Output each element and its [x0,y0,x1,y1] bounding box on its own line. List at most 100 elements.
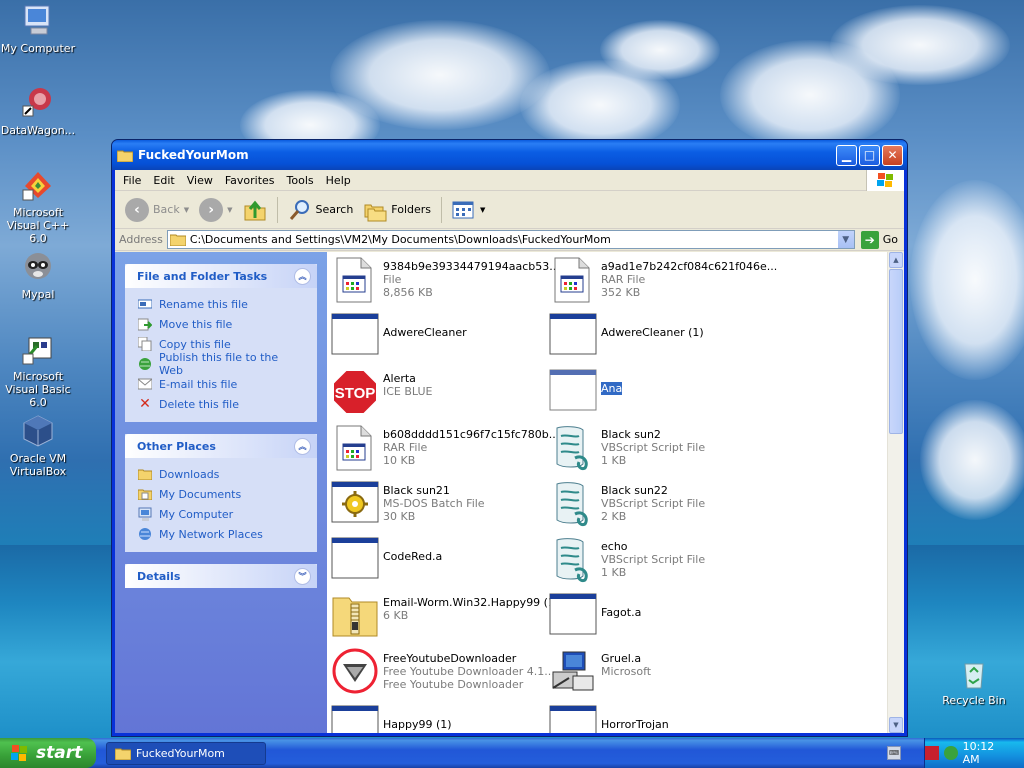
visual-basic-icon [21,332,55,366]
title-bar[interactable]: FuckedYourMom ▁ □ ✕ [112,140,907,170]
desktop-icon-virtualbox[interactable]: Oracle VM VirtualBox [0,414,79,478]
file-folder-tasks-header[interactable]: File and Folder Tasks ︽ [125,264,317,288]
move-file-link[interactable]: Move this file [137,314,305,334]
maximize-button[interactable]: □ [859,144,880,166]
collapse-chevron-icon[interactable]: ︽ [294,267,311,285]
up-folder-icon [244,200,265,220]
rename-file-link[interactable]: Rename this file [137,294,305,314]
file-item[interactable]: FreeYoutubeDownloader Free Youtube Downlo… [331,648,558,704]
views-button[interactable]: ▼ [448,197,489,223]
scroll-up-button[interactable]: ▲ [889,252,903,268]
file-text: CodeRed.a [383,536,442,563]
file-item[interactable]: 9384b9e39334479194aacb53... File 8,856 KB [331,256,560,312]
file-detail: 1 KB [601,454,627,467]
folders-label: Folders [391,203,432,216]
address-input[interactable]: C:\Documents and Settings\VM2\My Documen… [166,230,855,249]
taskbar-window-button[interactable]: FuckedYourMom [106,741,266,765]
close-button[interactable]: ✕ [882,144,903,166]
back-label: Back [153,203,180,216]
file-detail: 30 KB [383,510,416,523]
file-text: b608dddd151c96f7c15fc780b... RAR File 10 K… [383,424,559,467]
stop-sign-icon: STOP [331,368,379,416]
link-label: Move this file [159,317,233,331]
collapse-chevron-icon[interactable]: ︽ [294,437,311,455]
delete-x-icon: ✕ [139,396,151,412]
file-item[interactable]: AdwereCleaner (1) [549,312,767,368]
file-item[interactable]: Black sun21 MS-DOS Batch File 30 KB [331,480,549,536]
desktop-icon-recycle-bin[interactable]: Recycle Bin [933,656,1015,707]
generic-app-icon [331,256,379,304]
tray-app-icon[interactable] [925,746,939,760]
menu-help[interactable]: Help [320,172,357,189]
file-item[interactable]: b608dddd151c96f7c15fc780b... RAR File 10 K… [331,424,559,480]
desktop-icon-mypal[interactable]: Mypal [0,250,79,301]
desktop-icon-label: DataWagon... [0,124,76,137]
clock[interactable]: 10:12 AM [963,740,1014,766]
file-detail: Free Youtube Downloader 4.1.... [383,665,559,678]
file-name: Alerta [383,372,416,385]
details-panel: Details ︾ [125,564,317,588]
desktop-icon-visual-basic[interactable]: Microsoft Visual Basic 6.0 [0,332,79,409]
delete-file-link[interactable]: ✕ Delete this file [137,394,305,414]
up-folder-button[interactable] [239,195,271,225]
place-downloads-link[interactable]: Downloads [137,464,305,484]
tray-network-icon[interactable] [943,746,958,760]
place-my-computer-link[interactable]: My Computer [137,504,305,524]
desktop-icon-visual-cpp[interactable]: Microsoft Visual C++ 6.0 [0,168,79,245]
email-file-link[interactable]: E-mail this file [137,374,305,394]
place-network-link[interactable]: My Network Places [137,524,305,544]
chevron-down-icon: ▼ [183,205,190,214]
close-icon: ✕ [887,148,898,162]
file-item[interactable]: HorrorTrojan [549,704,767,733]
file-item[interactable]: Ana [549,368,767,424]
file-item[interactable]: a9ad1e7b242cf084c621f046e... RAR File 352 … [549,256,777,312]
forward-button[interactable]: › ▼ [195,195,236,225]
menu-tools[interactable]: Tools [281,172,320,189]
file-text: 9384b9e39334479194aacb53... File 8,856 KB [383,256,560,299]
menu-favorites[interactable]: Favorites [219,172,281,189]
file-item[interactable]: STOP Alerta ICE BLUE [331,368,549,424]
file-item[interactable]: Black sun22 VBScript Script File 2 KB [549,480,767,536]
minimize-button[interactable]: ▁ [836,144,857,166]
file-item[interactable]: Happy99 (1) [331,704,549,733]
keyboard-icon[interactable]: ⌨ [887,746,901,760]
desktop-icon-datawagon[interactable]: DataWagon... [0,86,79,137]
go-button[interactable]: ➔ Go [855,230,904,249]
publish-file-link[interactable]: Publish this file to the Web [137,351,305,377]
menu-view[interactable]: View [181,172,219,189]
other-places-header[interactable]: Other Places ︽ [125,434,317,458]
script-icon [549,480,597,528]
file-item[interactable]: echo VBScript Script File 1 KB [549,536,767,592]
expand-chevron-icon[interactable]: ︾ [294,567,311,585]
search-button[interactable]: Search [284,195,358,225]
file-text: Black sun21 MS-DOS Batch File 30 KB [383,480,485,523]
desktop-icon-label: Oracle VM VirtualBox [9,452,67,478]
file-item[interactable]: CodeRed.a [331,536,549,592]
file-text: Gruel.a Microsoft [601,648,651,678]
file-name: Black sun2 [601,428,661,441]
vertical-scrollbar[interactable]: ▲ ▼ [887,252,904,733]
folder-icon [115,748,131,760]
file-item[interactable]: Gruel.a Microsoft [549,648,767,704]
scroll-thumb[interactable] [889,269,903,434]
scroll-down-button[interactable]: ▼ [889,717,903,733]
explorer-window: FuckedYourMom ▁ □ ✕ File Edit View Favor… [111,139,908,737]
desktop-icon-my-computer[interactable]: My Computer [0,4,79,55]
menu-edit[interactable]: Edit [147,172,180,189]
file-name: a9ad1e7b242cf084c621f046e... [601,260,778,273]
desktop-icon-label: Microsoft Visual Basic 6.0 [5,370,71,409]
details-header[interactable]: Details ︾ [125,564,317,588]
file-item[interactable]: AdwereCleaner [331,312,549,368]
file-item[interactable]: Fagot.a [549,592,767,648]
address-dropdown-button[interactable]: ▼ [837,231,854,248]
start-button[interactable]: start [0,738,96,768]
folders-button[interactable]: Folders [359,195,435,225]
copy-icon [137,336,153,352]
back-button[interactable]: ‹ Back ▼ [121,195,193,225]
file-item[interactable]: Black sun2 VBScript Script File 1 KB [549,424,767,480]
file-text: Email-Worm.Win32.Happy99 (1) 6 KB [383,592,559,622]
search-icon [289,199,309,220]
file-item[interactable]: Email-Worm.Win32.Happy99 (1) 6 KB [331,592,559,648]
place-my-documents-link[interactable]: My Documents [137,484,305,504]
menu-file[interactable]: File [117,172,147,189]
